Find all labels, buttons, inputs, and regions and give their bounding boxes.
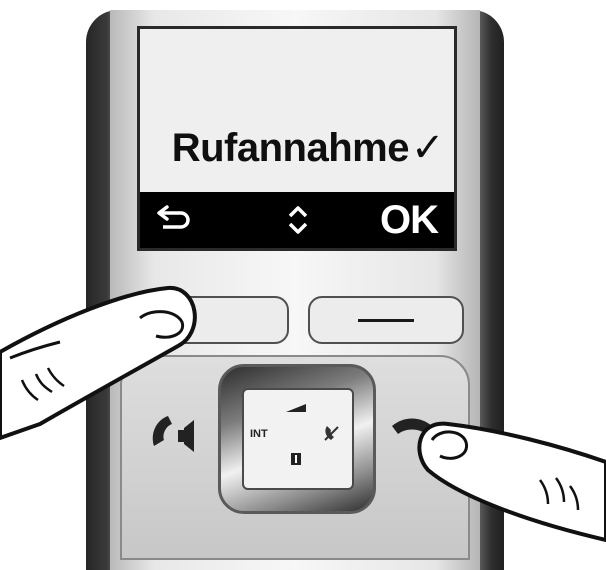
phonebook-icon bbox=[291, 453, 301, 465]
right-softkey-button[interactable] bbox=[308, 296, 464, 344]
back-arrow-icon bbox=[157, 205, 190, 229]
handsfree-call-icon[interactable] bbox=[146, 406, 202, 460]
softkey-bar: OK bbox=[140, 192, 454, 248]
status-text: Rufannahme bbox=[171, 126, 410, 170]
dash-mark bbox=[358, 319, 414, 322]
softkey-ok[interactable]: OK bbox=[374, 192, 444, 248]
checkmark-icon: ✓ bbox=[410, 126, 445, 170]
end-call-icon[interactable] bbox=[388, 412, 436, 456]
mute-icon bbox=[324, 426, 339, 441]
phone-display: Rufannahme✓ OK bbox=[137, 26, 457, 251]
phone-scene: Rufannahme✓ OK INT bbox=[0, 0, 606, 570]
status-line: Rufannahme✓ bbox=[171, 125, 445, 171]
up-down-arrows-icon bbox=[288, 206, 308, 234]
softkey-scroll[interactable] bbox=[278, 192, 318, 248]
volume-bar-icon bbox=[286, 404, 306, 412]
softkey-back[interactable] bbox=[154, 192, 194, 248]
int-label: INT bbox=[250, 428, 268, 440]
left-softkey-button[interactable] bbox=[133, 296, 289, 344]
